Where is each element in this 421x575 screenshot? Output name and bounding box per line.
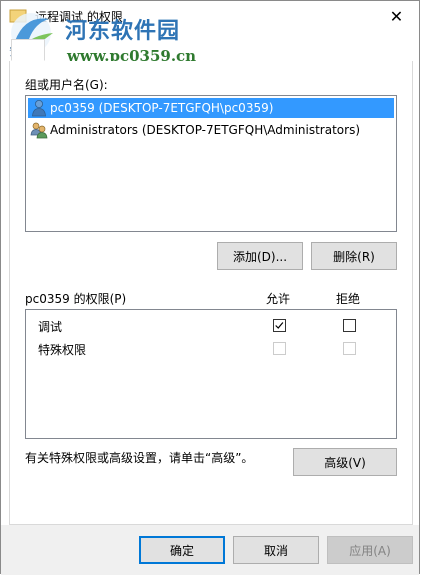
group-list-label: 组或用户名(G): [25,78,108,92]
group-icon [30,122,48,139]
close-icon: ✕ [389,6,404,26]
list-item-group[interactable]: Administrators (DESKTOP-7ETGFQH\Administ… [28,120,394,140]
permission-name-special: 特殊权限 [38,343,87,357]
allow-column-header: 允许 [266,292,291,306]
deny-column-header: 拒绝 [336,292,361,306]
close-button[interactable]: ✕ [374,1,419,31]
advanced-hint: 有关特殊权限或高级设置，请单击“高级”。 [25,451,254,465]
remove-button[interactable]: 删除(R) [311,242,397,270]
permissions-dialog: 远程调试 的权限 ✕ 安全 河东软件园 www.pc0359.cn 组或用户名(… [0,0,420,575]
permission-name-debug: 调试 [38,320,63,334]
list-item-user[interactable]: pc0359 (DESKTOP-7ETGFQH\pc0359) [28,98,394,118]
apply-button: 应用(A) [327,536,413,564]
permissions-list: 调试 特殊权限 [25,309,397,439]
checkmark-icon [275,322,284,329]
group-name: Administrators (DESKTOP-7ETGFQH\Administ… [50,123,361,137]
tab-strip [9,39,413,62]
cancel-button[interactable]: 取消 [233,536,319,564]
deny-special-checkbox [343,342,356,355]
title-bar: 远程调试 的权限 ✕ [1,1,419,32]
advanced-button[interactable]: 高级(V) [293,448,397,476]
add-button[interactable]: 添加(D)... [217,242,303,270]
allow-debug-checkbox[interactable] [273,319,286,332]
deny-debug-checkbox[interactable] [343,319,356,332]
user-list[interactable]: pc0359 (DESKTOP-7ETGFQH\pc0359) Administ… [25,95,397,232]
allow-special-checkbox [273,342,286,355]
tab-active[interactable] [11,39,45,61]
user-icon [32,100,46,117]
permissions-label: pc0359 的权限(P) [25,292,127,306]
ok-button[interactable]: 确定 [139,536,225,564]
user-name: pc0359 (DESKTOP-7ETGFQH\pc0359) [50,101,274,115]
